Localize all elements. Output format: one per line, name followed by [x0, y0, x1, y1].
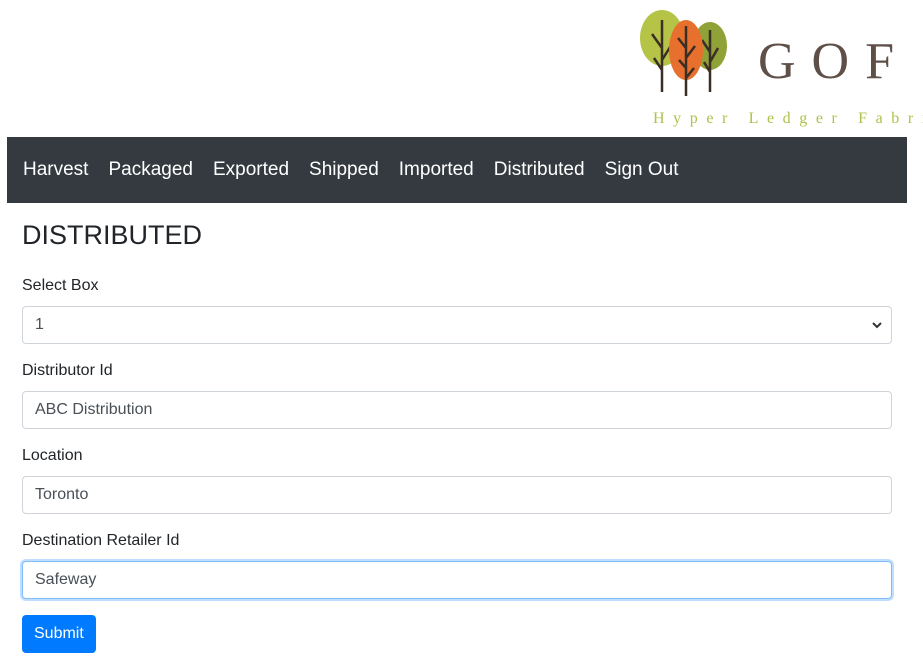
location-input[interactable]: Toronto	[22, 476, 892, 514]
nav-harvest[interactable]: Harvest	[23, 159, 88, 181]
submit-button[interactable]: Submit	[22, 615, 96, 653]
logo: GOF Hyper Ledger Fabric	[638, 8, 923, 133]
nav-imported[interactable]: Imported	[399, 159, 474, 181]
brand-name: GOF	[758, 33, 911, 90]
distributor-id-input[interactable]: ABC Distribution	[22, 391, 892, 429]
nav-sign-out[interactable]: Sign Out	[605, 159, 679, 181]
destination-retailer-id-group: Destination Retailer Id Safeway	[22, 531, 892, 599]
destination-retailer-id-label: Destination Retailer Id	[22, 532, 180, 549]
trees-logo-icon	[640, 10, 727, 96]
select-box-label: Select Box	[22, 277, 99, 294]
destination-retailer-id-input[interactable]: Safeway	[22, 561, 892, 599]
location-group: Location Toronto	[22, 446, 892, 514]
page-title: DISTRIBUTED	[22, 220, 203, 250]
nav-packaged[interactable]: Packaged	[108, 159, 193, 181]
select-box-dropdown[interactable]: 1	[22, 306, 892, 344]
main-content: DISTRIBUTED Select Box 1 Distributor Id …	[22, 212, 892, 653]
select-box-value: 1	[35, 316, 44, 333]
navbar: Harvest Packaged Exported Shipped Import…	[7, 137, 907, 203]
tagline: Hyper Ledger Fabric	[653, 110, 923, 127]
nav-exported[interactable]: Exported	[213, 159, 289, 181]
distributor-id-label: Distributor Id	[22, 362, 113, 379]
select-box-group: Select Box 1	[22, 276, 892, 344]
distributor-id-group: Distributor Id ABC Distribution	[22, 361, 892, 429]
chevron-down-icon	[872, 322, 882, 329]
location-label: Location	[22, 447, 83, 464]
nav-shipped[interactable]: Shipped	[309, 159, 379, 181]
nav-distributed[interactable]: Distributed	[494, 159, 585, 181]
